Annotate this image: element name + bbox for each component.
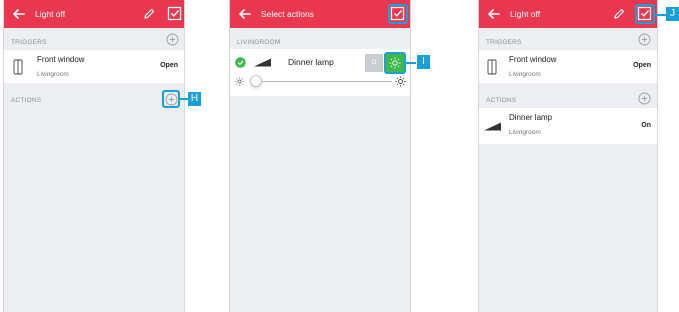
trigger-state: Open	[633, 62, 651, 69]
brightness-slider-thumb[interactable]	[250, 75, 262, 87]
plus-circle-icon[interactable]	[165, 93, 178, 106]
action-card[interactable]: Dinner lamp Livingroom On	[479, 108, 657, 144]
pencil-icon[interactable]	[612, 7, 626, 21]
actions-label: ACTIONS	[11, 97, 42, 104]
callout-h: H	[188, 92, 201, 106]
device-name: Dinner lamp	[288, 57, 334, 67]
callout-i: I	[417, 55, 430, 69]
app-header: Light off	[479, 0, 657, 28]
off-button[interactable]: O	[365, 54, 383, 72]
checkbox-icon[interactable]	[167, 6, 182, 21]
trigger-state: Open	[160, 62, 178, 69]
plus-circle-icon[interactable]	[638, 92, 651, 105]
trigger-room: Livingroom	[37, 71, 69, 78]
window-icon	[13, 59, 23, 75]
sun-icon	[235, 77, 244, 86]
actions-label: ACTIONS	[486, 97, 517, 104]
callout-line	[406, 62, 416, 64]
checkbox-icon[interactable]	[637, 6, 652, 21]
screen-rule-complete: Light off TRIGGERS Front window Livingro…	[478, 0, 658, 312]
lamp-icon	[484, 122, 501, 131]
screen-edit-rule: Light off TRIGGERS Front window Livingro…	[3, 0, 190, 312]
sun-icon	[395, 76, 406, 87]
pencil-icon[interactable]	[142, 7, 156, 21]
header-title: Light off	[510, 9, 541, 19]
plus-circle-icon[interactable]	[166, 33, 179, 46]
screen-select-actions: Select actions LIVINGROOM Dinner lamp O	[229, 0, 416, 312]
trigger-name: Front window	[509, 55, 557, 64]
back-arrow-icon[interactable]	[486, 6, 502, 22]
triggers-label: TRIGGERS	[486, 39, 522, 46]
header-title: Select actions	[261, 9, 314, 19]
action-room: Livingroom	[509, 129, 541, 136]
plus-circle-icon[interactable]	[638, 33, 651, 46]
app-header: Light off	[4, 0, 184, 28]
room-label: LIVINGROOM	[237, 39, 281, 46]
on-button[interactable]	[386, 54, 404, 72]
back-arrow-icon[interactable]	[11, 6, 27, 22]
action-name: Dinner lamp	[509, 113, 553, 122]
trigger-card[interactable]: Front window Livingroom Open	[479, 50, 657, 83]
app-header: Select actions	[230, 0, 410, 28]
triggers-label: TRIGGERS	[11, 39, 47, 46]
lamp-icon	[254, 58, 271, 67]
trigger-name: Front window	[37, 55, 85, 64]
trigger-room: Livingroom	[509, 71, 541, 78]
brightness-track	[254, 81, 392, 82]
action-state: On	[641, 122, 651, 129]
callout-j: J	[666, 7, 679, 21]
check-circle-icon[interactable]	[235, 57, 246, 68]
sun-icon	[389, 57, 401, 69]
trigger-card[interactable]: Front window Livingroom Open	[4, 50, 184, 83]
back-arrow-icon[interactable]	[237, 6, 253, 22]
checkbox-icon[interactable]	[390, 6, 405, 21]
device-card: Dinner lamp O	[230, 49, 410, 96]
window-icon	[487, 59, 497, 75]
header-title: Light off	[35, 9, 66, 19]
